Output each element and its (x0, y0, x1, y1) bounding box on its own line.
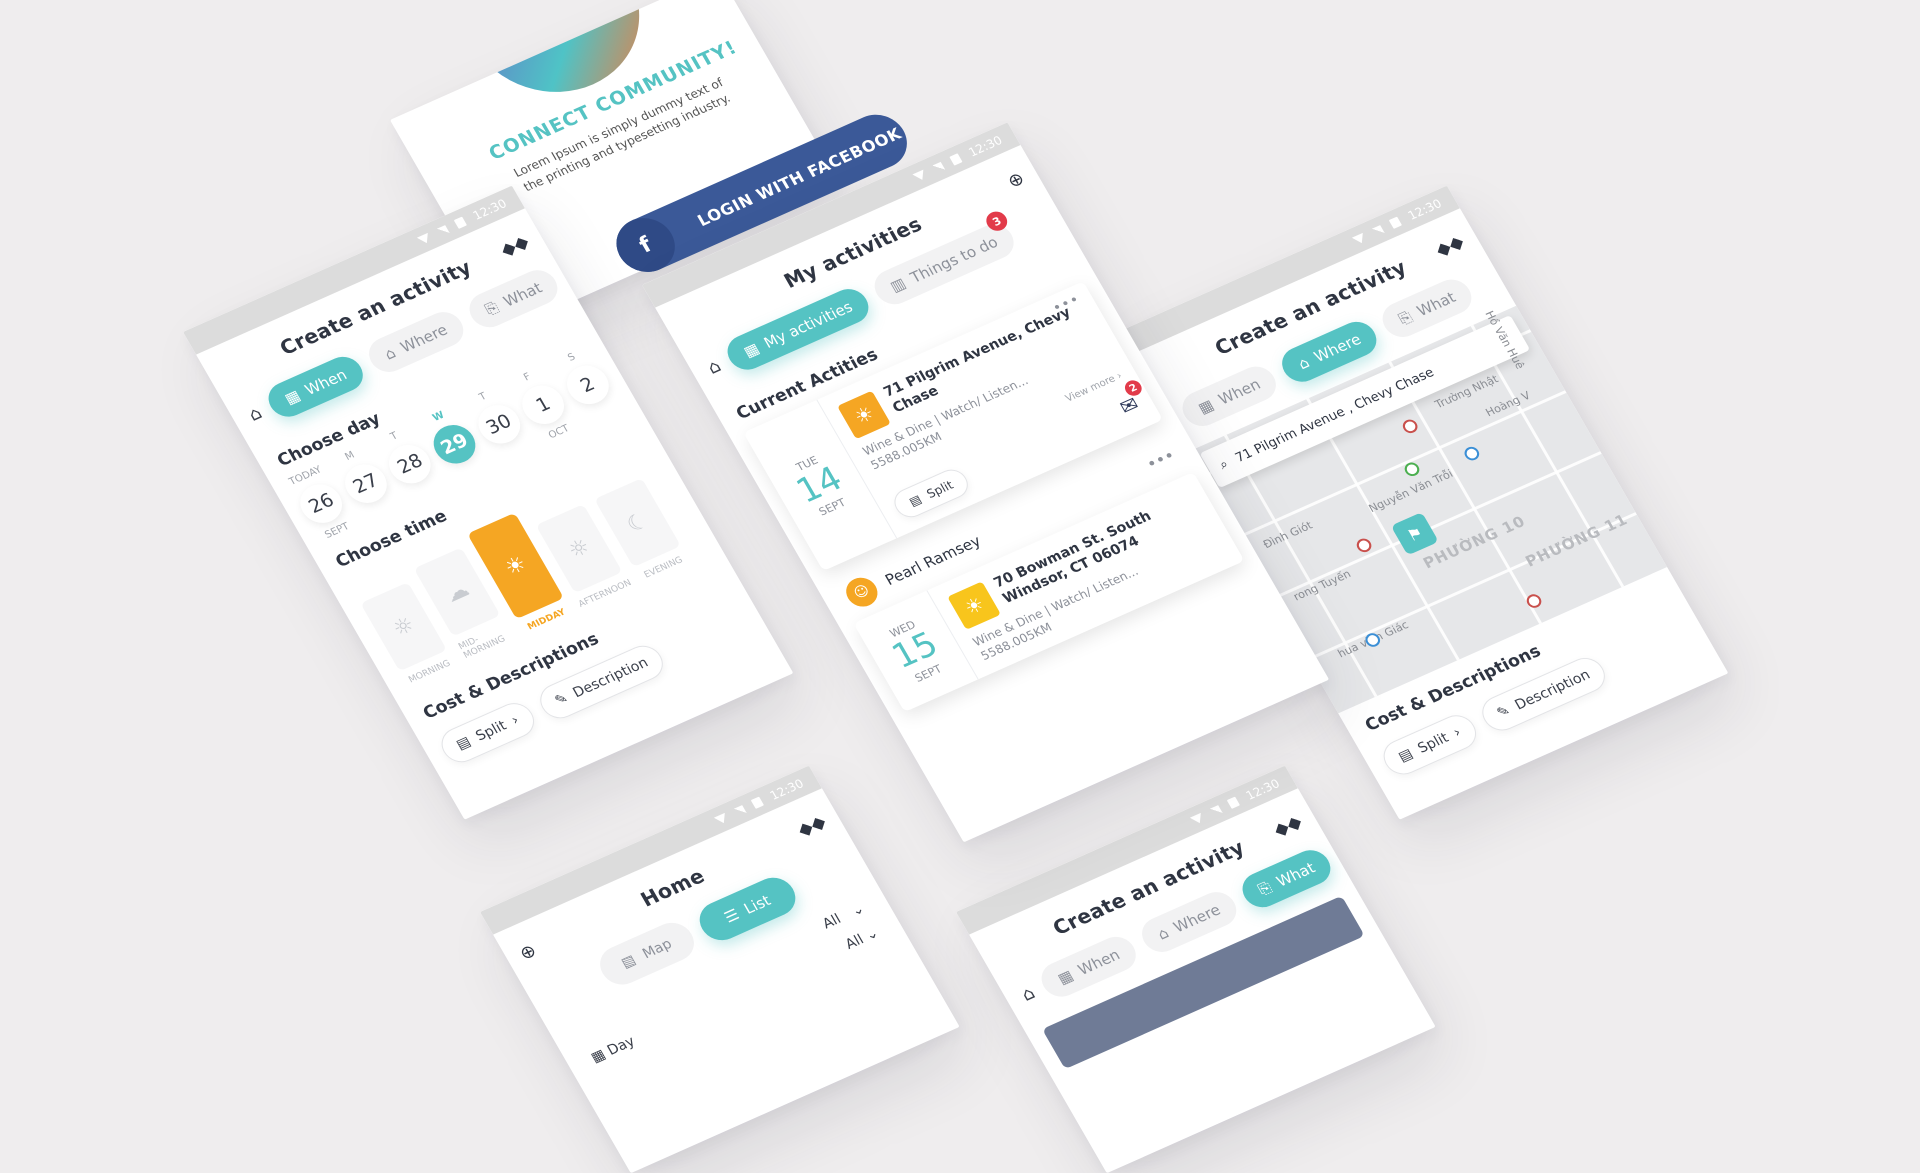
signal-icon (1372, 224, 1385, 237)
money-icon: ▤ (453, 733, 474, 754)
tab-what-label: What (500, 278, 546, 311)
day-filter-label: Day (604, 1033, 638, 1059)
day-label: T (477, 391, 489, 404)
binoculars-icon[interactable]: ◆◆ (1432, 231, 1468, 261)
day-number: 29 (426, 418, 483, 470)
money-icon: ▤ (1395, 745, 1416, 766)
ticket-icon: ⎘ (481, 298, 502, 319)
filter-value: All (819, 911, 844, 933)
day-number: 1 (514, 379, 572, 431)
signal-icon (1210, 804, 1223, 817)
list-view-label: List (740, 891, 774, 918)
wifi-icon (912, 168, 928, 182)
chevron-down-icon: ⌄ (862, 925, 882, 944)
map-view-label: Map (639, 936, 675, 963)
ticket-icon: ⎘ (1254, 878, 1275, 899)
page-title: Home (636, 863, 709, 912)
battery-icon (751, 796, 765, 809)
calendar-icon: ▦ (1194, 395, 1218, 418)
day-number: 30 (470, 398, 528, 451)
tab-when-label: When (301, 365, 351, 399)
day-label: F (521, 371, 533, 384)
battery-icon (454, 216, 468, 229)
ticket-icon: ⎘ (1395, 307, 1416, 329)
calendar-icon: ▦ (588, 1046, 609, 1066)
signal-icon (932, 161, 946, 173)
pen-icon: ✎ (552, 690, 571, 710)
avatar: ☺ (840, 572, 884, 612)
day-label: T (388, 430, 400, 443)
calendar-icon: ▦ (1054, 966, 1077, 988)
create-what-screen: 12:30 Create an activity ◆◆ ⌂ ▦ When ⌂ W… (956, 765, 1436, 1173)
battery-icon (1389, 216, 1403, 229)
binoculars-icon[interactable]: ◆◆ (497, 231, 533, 261)
signal-icon (437, 224, 450, 237)
sunrise-icon: ☀ (947, 581, 1002, 630)
filter-value: All (842, 931, 867, 953)
money-icon: ▤ (906, 492, 925, 509)
add-icon[interactable]: ⊕ (516, 940, 540, 964)
battery-icon (1227, 796, 1241, 809)
battery-icon (949, 153, 963, 166)
wifi-icon (1351, 232, 1368, 245)
day-label: M (343, 449, 357, 463)
tab-what-label: What (1413, 288, 1459, 320)
store-icon: ⌂ (703, 355, 725, 379)
split-label: Split (924, 477, 956, 501)
calendar-icon: ▦ (740, 339, 763, 361)
notebook-icon: ▥ (886, 274, 909, 296)
map-icon: ▧ (618, 952, 639, 972)
store-icon: ⌂ (1017, 982, 1039, 1006)
store-icon: ⌂ (1294, 353, 1313, 373)
chat-icon[interactable]: ✉ 2 (1115, 377, 1145, 419)
day-label: S (566, 351, 578, 364)
tab-when-label: When (1074, 945, 1124, 979)
more-icon[interactable]: ••• (1143, 445, 1178, 473)
add-icon[interactable]: ⊕ (1004, 168, 1028, 192)
list-icon: ☰ (721, 905, 743, 927)
split-label: Split (1415, 730, 1452, 757)
calendar-icon: ▦ (281, 386, 304, 408)
wifi-icon (713, 812, 730, 825)
pen-icon: ✎ (1494, 702, 1514, 722)
chevron-right-icon: › (508, 712, 522, 729)
chevron-right-icon: › (1450, 724, 1464, 741)
tab-what-label: What (1273, 858, 1319, 891)
binoculars-icon[interactable]: ◆◆ (1270, 811, 1306, 841)
chevron-down-icon: ⌄ (848, 900, 868, 920)
home-screen: 12:30 ⊕ Home ◆◆ ▧ Map ☰ List All ⌄ ▦ Day (480, 765, 960, 1173)
wifi-icon (416, 232, 433, 245)
store-icon: ⌂ (381, 343, 399, 364)
search-icon: ⌕ (1216, 456, 1231, 473)
day-number: 28 (381, 438, 439, 490)
binoculars-icon[interactable]: ◆◆ (794, 811, 830, 841)
tab-when-label: When (1215, 375, 1264, 409)
store-icon: ⌂ (1154, 923, 1172, 944)
split-label: Split (473, 717, 510, 745)
signal-icon (734, 804, 747, 817)
day-number: 26 (293, 477, 350, 530)
chat-badge: 2 (1121, 377, 1145, 399)
store-icon: ⌂ (244, 402, 266, 426)
sun-icon: ☀ (837, 390, 891, 440)
wifi-icon (1189, 812, 1206, 825)
day-number: 27 (337, 458, 395, 510)
showcase-scene: CONNECT COMMUNITY! Lorem Ipsum is simply… (0, 0, 1920, 1173)
day-label: W (430, 409, 447, 424)
day-number: 2 (559, 359, 616, 411)
